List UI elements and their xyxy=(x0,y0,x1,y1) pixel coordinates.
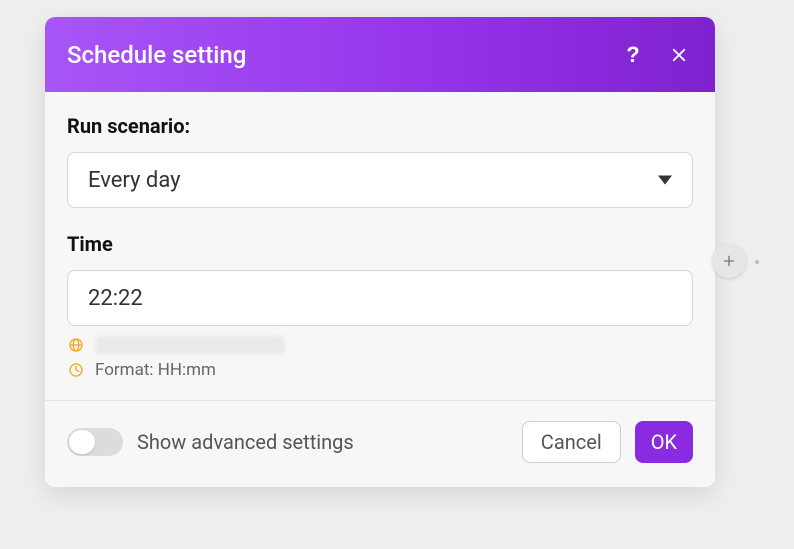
advanced-settings-label: Show advanced settings xyxy=(137,430,354,454)
timezone-hint-redacted xyxy=(95,336,285,354)
header-actions: ? xyxy=(619,41,693,69)
cancel-button[interactable]: Cancel xyxy=(522,421,621,463)
close-icon xyxy=(670,46,688,64)
dialog-title: Schedule setting xyxy=(67,41,619,69)
clock-icon xyxy=(67,361,85,379)
plus-icon xyxy=(721,253,737,269)
timezone-hint-row xyxy=(67,336,693,354)
time-input[interactable] xyxy=(67,270,693,326)
add-node-button[interactable] xyxy=(712,244,746,278)
help-button[interactable]: ? xyxy=(619,41,647,69)
edge-dot xyxy=(755,260,759,264)
time-hints: Format: HH:mm xyxy=(67,336,693,380)
format-hint-text: Format: HH:mm xyxy=(95,360,216,380)
run-scenario-label: Run scenario: xyxy=(67,114,693,138)
dialog-body: Run scenario: Every day Time xyxy=(45,92,715,400)
toggle-thumb xyxy=(69,430,95,454)
ok-button[interactable]: OK xyxy=(635,421,693,463)
time-label: Time xyxy=(67,232,693,256)
footer-left: Show advanced settings xyxy=(67,428,522,456)
format-hint-row: Format: HH:mm xyxy=(67,360,693,380)
globe-icon xyxy=(67,336,85,354)
dialog-header: Schedule setting ? xyxy=(45,17,715,92)
advanced-settings-toggle[interactable] xyxy=(67,428,123,456)
run-scenario-select[interactable]: Every day xyxy=(67,152,693,208)
run-scenario-value: Every day xyxy=(88,168,181,193)
help-icon: ? xyxy=(626,44,639,66)
chevron-down-icon xyxy=(658,176,672,185)
schedule-setting-dialog: Schedule setting ? Run scenario: Every d… xyxy=(45,17,715,487)
close-button[interactable] xyxy=(665,41,693,69)
footer-actions: Cancel OK xyxy=(522,421,693,463)
dialog-footer: Show advanced settings Cancel OK xyxy=(45,400,715,487)
